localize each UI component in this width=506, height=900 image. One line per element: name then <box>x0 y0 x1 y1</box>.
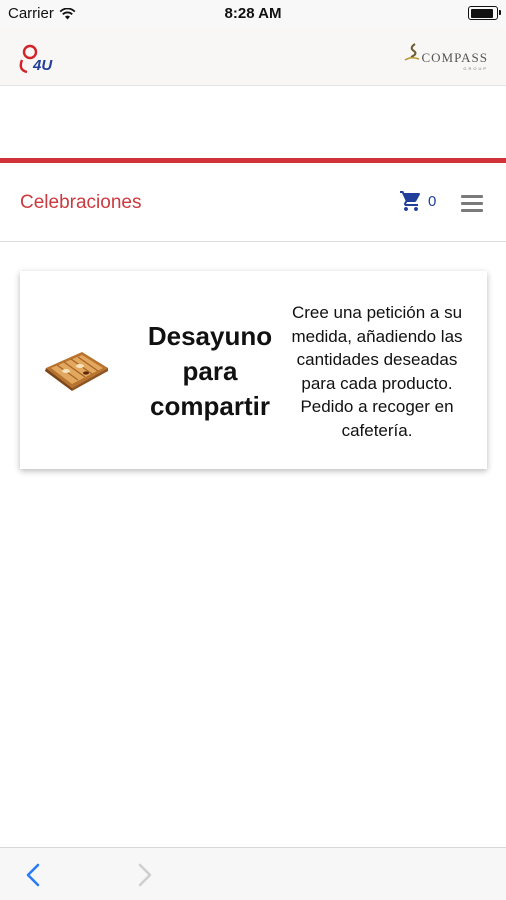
app-screen: Carrier 8:28 AM 4U COMPASS GROUP Celebra… <box>0 0 506 900</box>
section-nav: Celebraciones 0 <box>0 163 506 242</box>
app-logo-text: 4U <box>32 57 53 74</box>
cart-icon <box>400 191 421 211</box>
battery-icon <box>468 6 501 20</box>
app-header: 4U COMPASS GROUP <box>0 28 506 86</box>
product-title: Desayuno para compartir <box>147 321 273 421</box>
cart-button[interactable]: 0 <box>398 189 436 213</box>
menu-button[interactable] <box>459 193 485 213</box>
app-logo[interactable]: 4U <box>16 40 60 76</box>
compass-brand: COMPASS <box>421 50 488 65</box>
status-bar: Carrier 8:28 AM <box>0 0 506 28</box>
compass-sub: GROUP <box>463 66 488 71</box>
hamburger-menu-icon <box>461 209 483 212</box>
cart-count: 0 <box>428 192 437 210</box>
compass-mark-icon <box>405 43 420 61</box>
compass-logo: COMPASS GROUP <box>403 42 488 71</box>
product-card[interactable]: Desayuno para compartir Cree una petició… <box>20 271 487 469</box>
pastry-tray-image <box>45 352 108 391</box>
product-description: Cree una petición a su medida, añadiendo… <box>291 303 463 440</box>
page-title: Celebraciones <box>20 192 142 213</box>
status-time: 8:28 AM <box>224 5 282 22</box>
battery-level <box>470 8 494 18</box>
hamburger-menu-icon <box>461 202 483 205</box>
hamburger-menu-icon <box>461 195 483 198</box>
chevron-right-icon[interactable] <box>132 860 156 890</box>
chevron-left-icon[interactable] <box>22 860 46 890</box>
bottom-toolbar <box>0 847 506 900</box>
banner-area <box>0 86 506 158</box>
